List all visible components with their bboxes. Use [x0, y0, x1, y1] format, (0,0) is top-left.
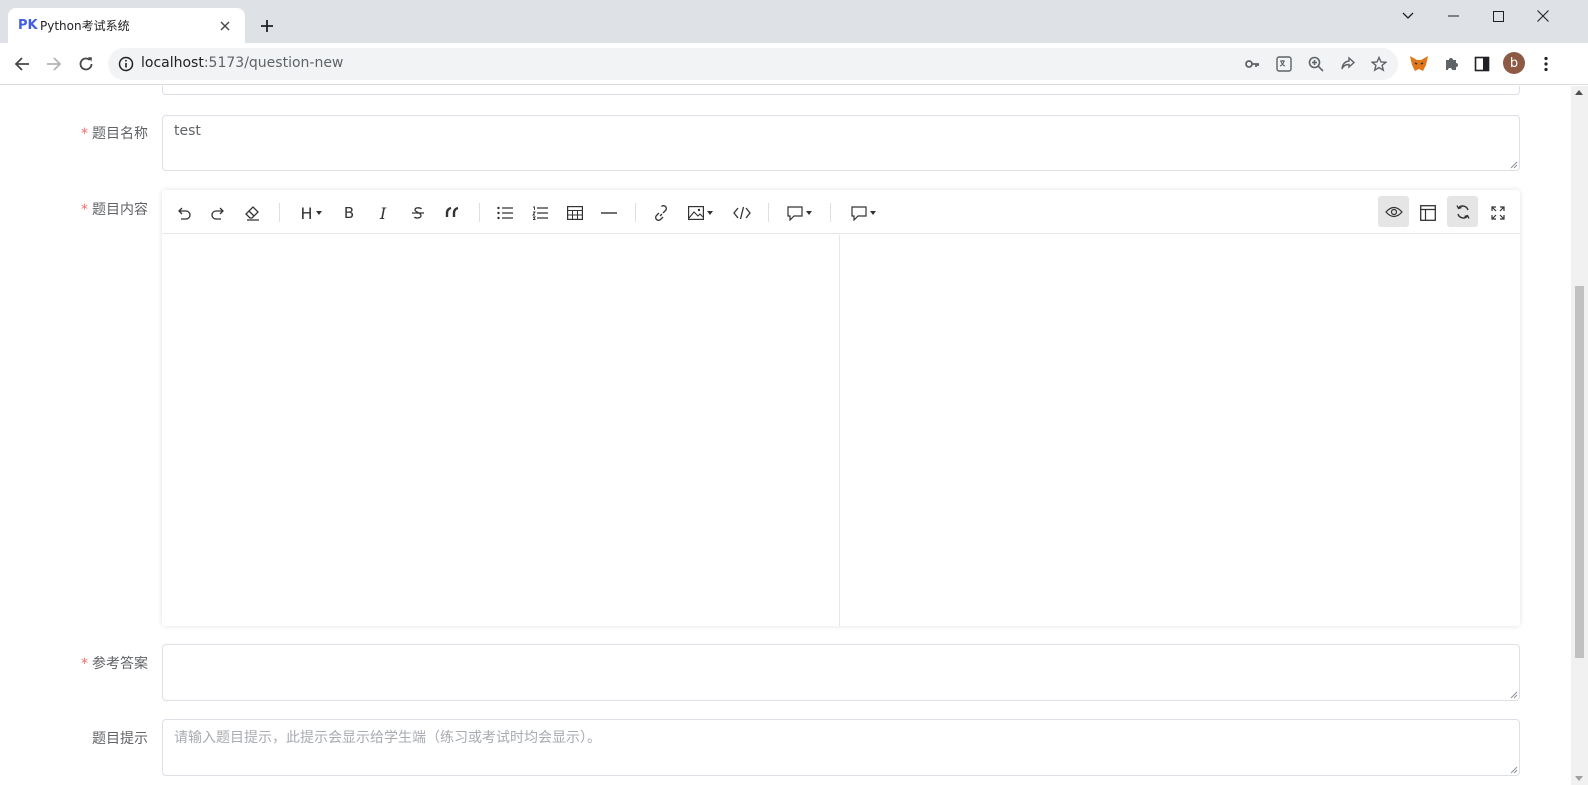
required-mark: *: [81, 656, 88, 672]
horizontal-rule-icon[interactable]: [595, 199, 623, 227]
forward-arrow-icon[interactable]: [41, 51, 67, 77]
tab-close-icon[interactable]: [215, 16, 235, 36]
layout-icon[interactable]: [1414, 199, 1442, 227]
caret-down-icon: [805, 211, 812, 215]
hint-label-text: 题目提示: [92, 731, 148, 747]
extensions-puzzle-icon[interactable]: [1440, 53, 1462, 75]
browser-tab-bar: PK Python考试系统: [0, 0, 1588, 43]
scrollbar-thumb[interactable]: [1575, 286, 1584, 658]
markdown-preview-pane: [841, 235, 1520, 626]
redo-icon[interactable]: [204, 199, 232, 227]
tab-search-chevron-icon[interactable]: [1388, 3, 1428, 29]
metamask-fox-icon[interactable]: [1408, 53, 1430, 75]
tab-title: Python考试系统: [40, 19, 130, 33]
strikethrough-icon[interactable]: [404, 199, 432, 227]
previous-field-input[interactable]: [162, 86, 1520, 95]
scroll-down-arrow-icon[interactable]: [1575, 776, 1583, 781]
toolbar-separator: [768, 203, 769, 222]
share-icon[interactable]: [1339, 55, 1357, 73]
comment-dropdown-button[interactable]: [781, 199, 817, 227]
caret-down-icon: [869, 211, 876, 215]
browser-menu-icon[interactable]: [1535, 53, 1557, 75]
bold-button[interactable]: B: [335, 199, 363, 227]
url-text: localhost:5173/question-new: [141, 55, 343, 71]
preview-eye-icon[interactable]: [1378, 196, 1409, 227]
zoom-icon[interactable]: [1307, 55, 1325, 73]
link-icon[interactable]: [647, 199, 675, 227]
sync-scroll-icon[interactable]: [1447, 196, 1478, 227]
question-name-label-text: 题目名称: [92, 126, 148, 142]
bold-label: B: [343, 204, 355, 222]
resize-grip-icon[interactable]: [1510, 691, 1518, 699]
table-icon[interactable]: [561, 199, 589, 227]
hint-textarea[interactable]: 请输入题目提示，此提示会显示给学生端（练习或考试时均会显示）。: [162, 719, 1520, 776]
required-mark: *: [81, 126, 88, 142]
translate-icon[interactable]: [1275, 55, 1293, 73]
tab-favicon: PK: [18, 18, 38, 33]
question-name-textarea[interactable]: test: [162, 115, 1520, 171]
address-bar[interactable]: localhost:5173/question-new: [108, 48, 1398, 80]
image-button[interactable]: [682, 199, 718, 227]
unordered-list-icon[interactable]: [491, 199, 519, 227]
italic-label: I: [379, 203, 387, 223]
browser-toolbar: localhost:5173/question-new b: [0, 43, 1588, 85]
eraser-icon[interactable]: [239, 199, 267, 227]
scroll-up-arrow-icon[interactable]: [1575, 90, 1583, 95]
hint-placeholder: 请输入题目提示，此提示会显示给学生端（练习或考试时均会显示）。: [174, 730, 601, 746]
close-window-button[interactable]: [1523, 3, 1563, 29]
hint-label: 题目提示: [30, 728, 150, 748]
back-arrow-icon[interactable]: [9, 51, 35, 77]
ordered-list-icon[interactable]: [526, 199, 554, 227]
caret-down-icon: [706, 211, 713, 215]
required-mark: *: [81, 202, 88, 218]
resize-grip-icon[interactable]: [1510, 766, 1518, 774]
toolbar-separator: [479, 203, 480, 222]
caret-down-icon: [315, 211, 322, 215]
minimize-button[interactable]: [1433, 3, 1473, 29]
side-panel-icon[interactable]: [1471, 53, 1493, 75]
markdown-input-pane[interactable]: [162, 235, 840, 626]
toolbar-separator: [279, 203, 280, 222]
question-name-value: test: [174, 123, 201, 139]
new-tab-button[interactable]: [255, 14, 279, 38]
undo-icon[interactable]: [170, 199, 198, 227]
heading-button[interactable]: H: [294, 199, 328, 227]
answer-label-text: 参考答案: [92, 656, 148, 672]
password-key-icon[interactable]: [1243, 55, 1261, 73]
markdown-editor: H B I: [162, 190, 1520, 626]
toolbar-separator: [830, 203, 831, 222]
comment-dropdown-button-2[interactable]: [845, 199, 881, 227]
bookmark-star-icon[interactable]: [1370, 55, 1388, 73]
editor-toolbar: H B I: [162, 190, 1520, 234]
italic-button[interactable]: I: [369, 199, 397, 227]
url-host: localhost: [141, 55, 204, 71]
question-content-label: * 题目内容: [30, 199, 150, 219]
page-scrollbar[interactable]: [1571, 86, 1588, 785]
quote-icon[interactable]: [439, 199, 467, 227]
browser-tab[interactable]: PK Python考试系统: [8, 8, 245, 43]
page-content: * 题目名称 test * 题目内容 H B I * 参考答案 题目提示 请输入…: [0, 86, 1588, 785]
reload-icon[interactable]: [73, 51, 99, 77]
fullscreen-icon[interactable]: [1484, 199, 1512, 227]
maximize-button[interactable]: [1478, 3, 1518, 29]
site-info-icon[interactable]: [118, 56, 134, 72]
heading-label: H: [300, 203, 313, 223]
toolbar-separator: [635, 203, 636, 222]
url-path: :5173/question-new: [203, 55, 344, 71]
answer-textarea[interactable]: [162, 644, 1520, 701]
profile-avatar[interactable]: b: [1503, 52, 1525, 74]
resize-grip-icon[interactable]: [1510, 161, 1518, 169]
question-name-label: * 题目名称: [30, 123, 150, 143]
answer-label: * 参考答案: [30, 653, 150, 673]
question-content-label-text: 题目内容: [92, 202, 148, 218]
code-icon[interactable]: [728, 199, 756, 227]
